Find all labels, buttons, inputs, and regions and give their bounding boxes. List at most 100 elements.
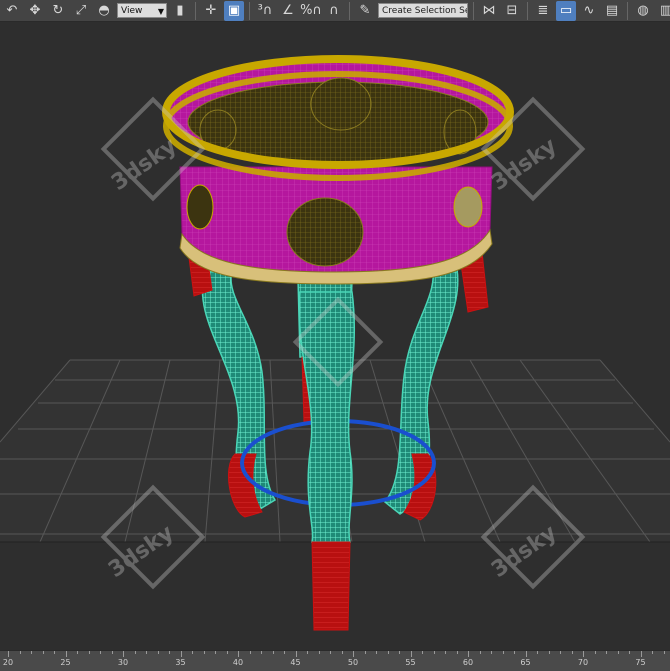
ruler-tick-label: 30 <box>117 658 129 667</box>
ruler-tick-mark <box>261 651 262 654</box>
ruler-tick-mark <box>54 651 55 654</box>
ruler-tick-mark <box>77 651 78 654</box>
ruler-tick-mark <box>180 651 182 657</box>
ruler-tick-mark <box>387 651 389 654</box>
ruler-tick-mark <box>169 651 170 654</box>
ruler-tick-mark <box>525 651 527 657</box>
chevron-down-icon: ▼ <box>157 7 164 16</box>
ruler-tick-mark <box>238 651 239 657</box>
ruler-tick-mark <box>8 651 9 657</box>
ruler-tick-mark <box>295 651 297 657</box>
ruler-tick-mark <box>537 651 538 654</box>
toolbar-divider <box>349 1 350 20</box>
toolbar-divider <box>473 1 474 20</box>
material-editor-icon[interactable]: ◍ <box>633 1 653 21</box>
ruler-tick-mark <box>88 651 90 654</box>
undo-icon[interactable]: ↶ <box>2 1 22 21</box>
ruler-tick-mark <box>560 651 561 654</box>
ruler-tick-mark <box>134 651 136 654</box>
main-toolbar: ↶ ✥ ↻ ⤢ ◓ View ▼ ▮ ✛ ▣ ³∩ ∠ %∩ ∩ ✎ Create… <box>0 0 670 22</box>
layer-explorer-icon[interactable]: ≣ <box>533 1 553 21</box>
schematic-view-icon[interactable]: ▤ <box>602 1 622 21</box>
toolbar-divider <box>195 1 196 20</box>
ruler-tick-label: 65 <box>520 658 531 667</box>
ruler-tick-mark <box>42 651 44 654</box>
ruler-tick-mark <box>272 651 274 654</box>
ruler-tick-mark <box>19 651 21 654</box>
ruler-tick-mark <box>157 651 159 654</box>
move-icon[interactable]: ✥ <box>25 1 45 21</box>
edit-named-selection-icon[interactable]: ✎ <box>355 1 375 21</box>
ruler-tick-mark <box>548 651 550 654</box>
snap-3d-icon[interactable]: ³∩ <box>255 1 275 21</box>
ruler-tick-mark <box>629 651 630 654</box>
ruler-tick-label: 40 <box>232 658 244 667</box>
ruler-tick-mark <box>399 651 400 654</box>
ruler-tick-mark <box>249 651 251 654</box>
place-icon[interactable]: ◓ <box>94 1 114 21</box>
ruler-tick-mark <box>146 651 147 654</box>
ruler-tick-mark <box>571 651 573 654</box>
ruler-tick-mark <box>65 651 67 657</box>
scale-icon[interactable]: ⤢ <box>71 1 91 21</box>
ruler-tick-mark <box>353 651 354 657</box>
ruler-tick-mark <box>479 651 481 654</box>
keyboard-shortcut-override-icon[interactable]: ▣ <box>224 0 244 21</box>
align-icon[interactable]: ⊟ <box>502 1 522 21</box>
ruler-tick-mark <box>640 651 642 657</box>
time-ruler[interactable]: 20 25 30 35 40 45 50 55 60 65 70 75 <box>0 650 670 671</box>
ruler-tick-mark <box>376 651 377 654</box>
ruler-tick-mark <box>652 651 653 654</box>
toggle-ribbon-icon[interactable]: ▭ <box>556 0 576 21</box>
ruler-tick-mark <box>307 651 308 654</box>
select-and-manipulate-icon[interactable]: ✛ <box>201 1 221 21</box>
ruler-tick-label: 75 <box>635 658 646 667</box>
ruler-tick-mark <box>100 651 101 654</box>
ruler-tick-mark <box>284 651 285 654</box>
named-selection-dropdown[interactable]: Create Selection Se <box>378 3 468 18</box>
ruler-tick-mark <box>341 651 343 654</box>
toolbar-divider <box>249 1 250 20</box>
ruler-tick-mark <box>514 651 515 654</box>
ruler-tick-mark <box>617 651 619 654</box>
ruler-tick-mark <box>606 651 607 654</box>
ruler-tick-label: 55 <box>405 658 416 667</box>
ruler-tick-mark <box>445 651 446 654</box>
ruler-tick-mark <box>410 651 412 657</box>
ruler-tick-mark <box>123 651 124 657</box>
ruler-tick-mark <box>31 651 32 654</box>
curve-editor-icon[interactable]: ∿ <box>579 1 599 21</box>
ruler-tick-mark <box>226 651 228 654</box>
render-setup-icon[interactable]: ▥ <box>656 1 670 21</box>
ruler-tick-label: 70 <box>577 658 589 667</box>
toolbar-divider <box>627 1 628 20</box>
ruler-tick-mark <box>583 651 584 657</box>
rotate-icon[interactable]: ↻ <box>48 1 68 21</box>
ruler-tick-mark <box>502 651 504 654</box>
ruler-tick-mark <box>318 651 320 654</box>
ruler-tick-mark <box>364 651 366 654</box>
ruler-tick-mark <box>192 651 193 654</box>
ruler-tick-label: 25 <box>60 658 71 667</box>
percent-snap-icon[interactable]: %∩ <box>300 1 322 21</box>
ruler-tick-mark <box>215 651 216 654</box>
angle-snap-icon[interactable]: ∠ <box>278 1 298 21</box>
ruler-tick-label: 20 <box>2 658 14 667</box>
ruler-tick-mark <box>433 651 435 654</box>
ruler-tick-label: 50 <box>347 658 359 667</box>
ruler-tick-mark <box>456 651 458 654</box>
ruler-tick-mark <box>491 651 492 654</box>
ruler-tick-mark <box>330 651 331 654</box>
ruler-tick-mark <box>468 651 469 657</box>
perspective-viewport[interactable]: 3dsky 3dsky 3dsky 3dsky <box>0 22 670 650</box>
pivot-icon[interactable]: ▮ <box>170 1 190 21</box>
ruler-tick-label: 45 <box>290 658 301 667</box>
ruler-tick-mark <box>422 651 423 654</box>
ruler-tick-mark <box>663 651 665 654</box>
stool-apron[interactable] <box>179 166 493 285</box>
reference-coordinate-dropdown[interactable]: View ▼ <box>117 3 167 18</box>
ruler-tick-mark <box>111 651 113 654</box>
spinner-snap-icon[interactable]: ∩ <box>324 1 344 21</box>
ruler-tick-label: 60 <box>462 658 474 667</box>
mirror-icon[interactable]: ⋈ <box>479 1 499 21</box>
